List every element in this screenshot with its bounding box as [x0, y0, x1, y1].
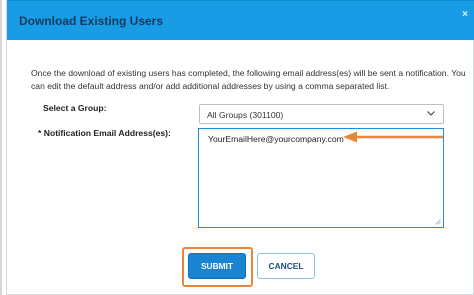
download-users-dialog: Download Existing Users × Once the downl…: [6, 0, 474, 295]
notification-description: Once the download of existing users has …: [31, 68, 466, 91]
dialog-title: Download Existing Users: [19, 14, 164, 28]
group-select[interactable]: All Groups (301100): [199, 104, 444, 124]
group-select-value: All Groups (301100): [207, 110, 284, 120]
dialog-titlebar: Download Existing Users ×: [7, 0, 474, 40]
cancel-button[interactable]: CANCEL: [257, 253, 315, 279]
email-addresses-field[interactable]: YourEmailHere@yourcompany.com: [198, 128, 444, 228]
close-icon[interactable]: ×: [462, 9, 468, 20]
resize-handle-icon[interactable]: [435, 219, 441, 225]
group-label: Select a Group:: [43, 103, 107, 113]
page-edge: [0, 0, 2, 295]
email-label: * Notification Email Address(es):: [38, 128, 171, 138]
submit-button[interactable]: SUBMIT: [188, 253, 246, 279]
arrow-left-icon: [343, 131, 443, 143]
chevron-down-icon: [427, 111, 435, 116]
email-addresses-value: YourEmailHere@yourcompany.com: [208, 134, 344, 144]
